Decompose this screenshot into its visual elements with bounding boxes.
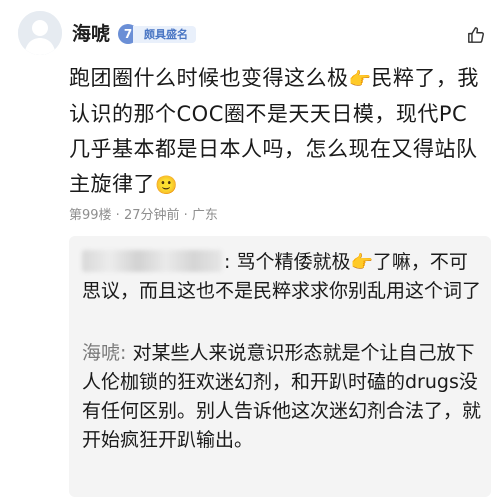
comment-meta: 第99楼 · 27分钟前 · 广东 (69, 208, 218, 223)
title-badge: 颇具盛名 (133, 26, 196, 43)
floor-number: 第99楼 (69, 208, 112, 223)
pointing-finger-emoji: 👉 (348, 69, 372, 90)
reply-list[interactable]: : 骂个精倭就极👉了嘛，不可思议，而且这也不是民粹求求你别乱用这个词了 海唬: … (69, 236, 491, 497)
reply-text-part1: : 骂个精倭就极 (224, 251, 351, 273)
comment-text-part1: 跑团圈什么时候也变得这么极 (69, 66, 349, 90)
pointing-finger-emoji: 👉 (350, 252, 373, 273)
reply-item[interactable]: : 骂个精倭就极👉了嘛，不可思议，而且这也不是民粹求求你别乱用这个词了 (82, 248, 482, 306)
thumbs-up-icon[interactable] (467, 26, 485, 44)
comment-body: 跑团圈什么时候也变得这么极👉民粹了，我认识的那个COC圈不是天天日模，现代PC几… (69, 61, 487, 203)
reply-text: 对某些人来说意识形态就是个让自己放下人伦枷锁的狂欢迷幻剂，和开趴时磕的drugs… (82, 342, 482, 451)
smile-emoji: 🙂 (155, 175, 178, 196)
reply-author[interactable]: 海唬: (82, 342, 126, 364)
comment-author[interactable]: 海唬 (72, 22, 110, 46)
comment-time: 27分钟前 (123, 208, 180, 223)
default-avatar-icon (18, 11, 62, 55)
comment-location: 广东 (191, 208, 218, 223)
reply-item[interactable]: 海唬: 对某些人来说意识形态就是个让自己放下人伦枷锁的狂欢迷幻剂，和开趴时磕的d… (82, 339, 482, 455)
blurred-reply-author (82, 250, 222, 272)
avatar[interactable] (18, 11, 62, 55)
